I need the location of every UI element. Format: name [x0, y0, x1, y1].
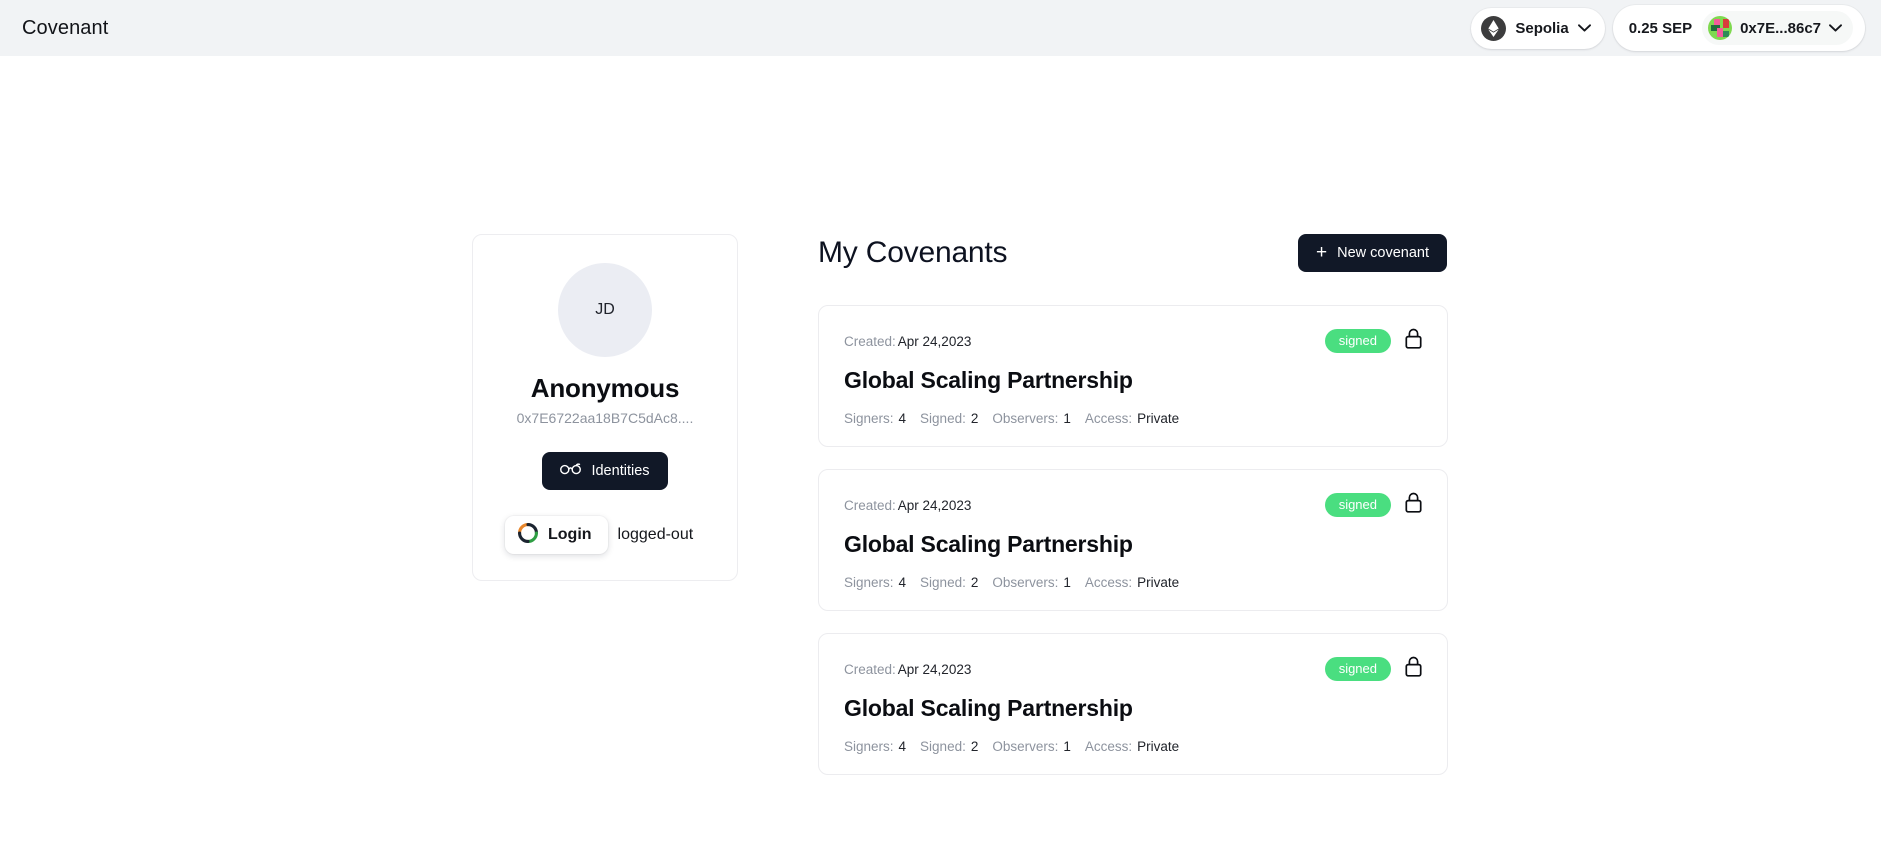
signers-label: Signers:	[844, 411, 894, 426]
created-label: Created:	[844, 333, 896, 349]
account-address-pill[interactable]: 0x7E...86c7	[1702, 11, 1853, 45]
status-badge: signed	[1324, 328, 1391, 354]
account-address: 0x7E...86c7	[1740, 19, 1821, 37]
signers-value: 4	[898, 575, 907, 590]
chevron-down-icon	[1577, 19, 1591, 37]
covenants-section: My Covenants + New covenant Created: Apr …	[818, 234, 1448, 797]
chain-name: Sepolia	[1515, 19, 1569, 37]
login-status: logged-out	[617, 526, 694, 543]
covenant-created: Created: Apr 24,2023	[844, 498, 971, 513]
access-label: Access:	[1084, 739, 1133, 754]
segmented-ring-icon	[517, 522, 539, 549]
profile-card: JD Anonymous 0x7E6722aa18B7C5dAc8.... Id…	[472, 234, 738, 581]
signed-label: Signed:	[920, 411, 966, 426]
created-value: Apr 24,2023	[897, 661, 972, 677]
covenant-card-top: Created: Apr 24,2023 signed	[844, 328, 1422, 354]
chain-selector[interactable]: Sepolia	[1471, 7, 1605, 49]
access-label: Access:	[1084, 575, 1133, 590]
login-row: Login logged-out	[491, 516, 719, 554]
access-value: Private	[1137, 575, 1180, 590]
covenant-meta: Signers: 4 Signed: 2 Observers: 1 Access…	[844, 575, 1422, 590]
identities-button-label: Identities	[591, 463, 650, 479]
created-value: Apr 24,2023	[897, 333, 972, 349]
login-button-label: Login	[548, 526, 592, 543]
status-badge: signed	[1324, 492, 1391, 518]
ethereum-icon	[1481, 15, 1507, 41]
login-button[interactable]: Login	[505, 516, 608, 554]
covenant-card[interactable]: Created: Apr 24,2023 signed Global Scalin…	[818, 305, 1448, 447]
observers-value: 1	[1063, 575, 1071, 590]
account-button[interactable]: 0.25 SEP 0x7E...86c7	[1612, 5, 1865, 51]
covenants-header: My Covenants + New covenant	[818, 234, 1448, 272]
identities-button[interactable]: Identities	[542, 452, 668, 490]
page-title: My Covenants	[818, 236, 1008, 269]
avatar-initials: JD	[595, 301, 615, 318]
observers-label: Observers:	[992, 739, 1059, 754]
signed-value: 2	[970, 739, 979, 754]
signed-label: Signed:	[920, 739, 966, 754]
access-value: Private	[1137, 411, 1180, 426]
lock-closed-icon[interactable]	[1405, 328, 1422, 354]
lock-closed-icon[interactable]	[1405, 492, 1422, 518]
created-value: Apr 24,2023	[897, 497, 972, 513]
created-label: Created:	[844, 497, 896, 513]
signers-value: 4	[898, 739, 907, 754]
observers-value: 1	[1063, 739, 1071, 754]
observers-label: Observers:	[992, 411, 1059, 426]
chevron-down-icon	[1829, 19, 1842, 37]
covenant-card-top-right: signed	[1324, 328, 1422, 354]
avatar: JD	[558, 263, 652, 357]
covenant-title: Global Scaling Partnership	[844, 367, 1133, 393]
signers-label: Signers:	[844, 575, 894, 590]
covenant-card[interactable]: Created: Apr 24,2023 signed Global Scalin…	[818, 469, 1448, 611]
wallet-balance: 0.25 SEP	[1628, 19, 1693, 37]
access-value: Private	[1137, 739, 1180, 754]
plus-icon: +	[1316, 242, 1328, 263]
blockie-avatar	[1708, 16, 1733, 40]
observers-value: 1	[1063, 411, 1071, 426]
top-bar: Covenant Sepolia 0.25 SEP 0x7E...86c7	[0, 0, 1881, 56]
covenant-card[interactable]: Created: Apr 24,2023 signed Global Scalin…	[818, 633, 1448, 775]
profile-wallet-address: 0x7E6722aa18B7C5dAc8....	[516, 410, 694, 426]
signed-label: Signed:	[920, 575, 966, 590]
app-brand: Covenant	[22, 16, 109, 39]
covenant-created: Created: Apr 24,2023	[844, 662, 971, 677]
new-covenant-button-label: New covenant	[1337, 245, 1429, 261]
covenant-card-top-right: signed	[1324, 492, 1422, 518]
covenant-card-top: Created: Apr 24,2023 signed	[844, 656, 1422, 682]
signers-label: Signers:	[844, 739, 894, 754]
observers-label: Observers:	[992, 575, 1059, 590]
lock-closed-icon[interactable]	[1405, 656, 1422, 682]
covenant-meta: Signers: 4 Signed: 2 Observers: 1 Access…	[844, 739, 1422, 754]
covenant-meta: Signers: 4 Signed: 2 Observers: 1 Access…	[844, 411, 1422, 426]
new-covenant-button[interactable]: + New covenant	[1298, 234, 1447, 272]
signed-value: 2	[970, 411, 979, 426]
wallet-cluster: Sepolia 0.25 SEP 0x7E...86c7	[1471, 5, 1865, 51]
profile-display-name: Anonymous	[530, 373, 680, 403]
signers-value: 4	[898, 411, 907, 426]
access-label: Access:	[1084, 411, 1133, 426]
glasses-icon	[560, 463, 582, 479]
covenant-card-top: Created: Apr 24,2023 signed	[844, 492, 1422, 518]
page-body: JD Anonymous 0x7E6722aa18B7C5dAc8.... Id…	[0, 56, 1881, 797]
covenant-title: Global Scaling Partnership	[844, 695, 1133, 721]
created-label: Created:	[844, 661, 896, 677]
status-badge: signed	[1324, 656, 1391, 682]
covenant-title: Global Scaling Partnership	[844, 531, 1133, 557]
covenant-card-top-right: signed	[1324, 656, 1422, 682]
signed-value: 2	[970, 575, 979, 590]
covenant-created: Created: Apr 24,2023	[844, 334, 971, 349]
